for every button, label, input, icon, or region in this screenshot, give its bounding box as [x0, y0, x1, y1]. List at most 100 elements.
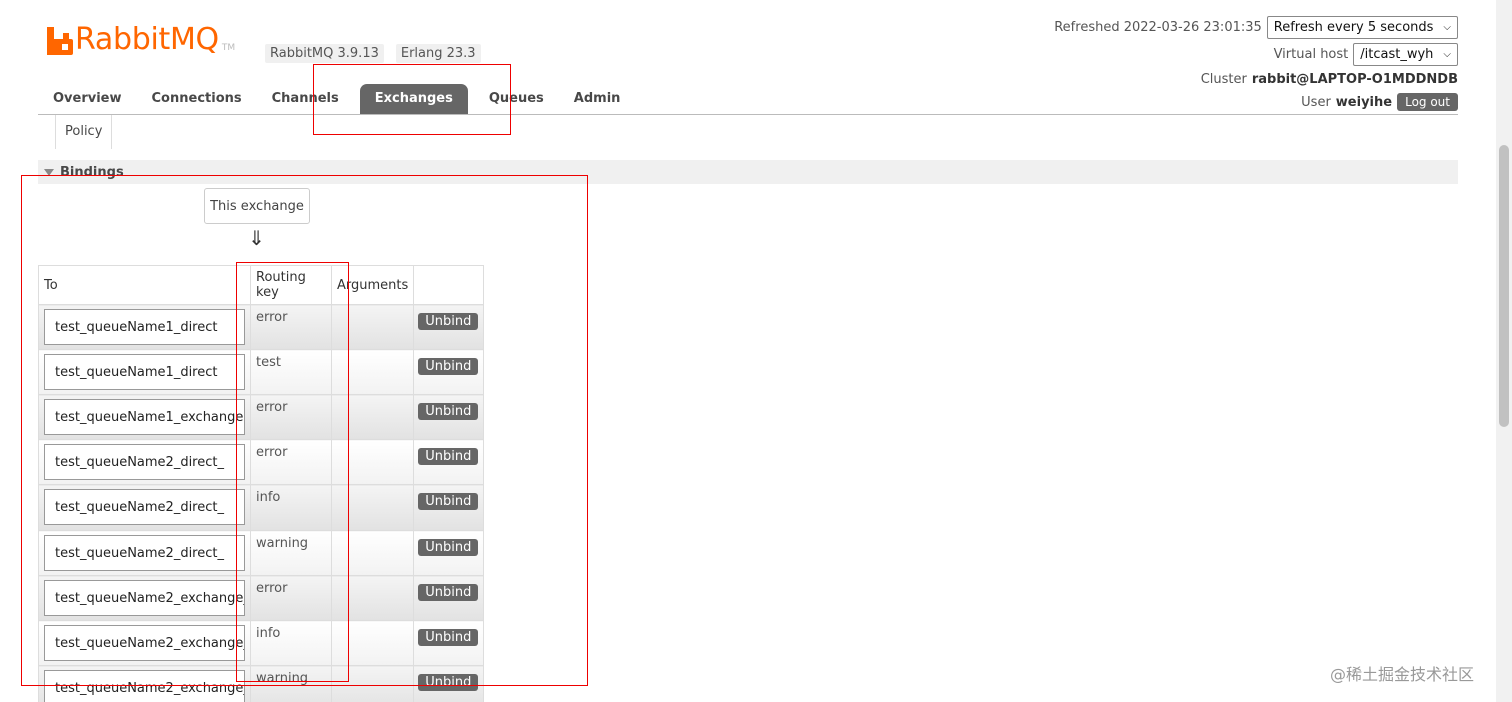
arguments-cell [330, 665, 415, 702]
unbind-button[interactable]: Unbind [418, 629, 479, 646]
tab-admin[interactable]: Admin [559, 84, 636, 114]
rabbit-logo-icon [47, 27, 73, 55]
chevron-down-icon: ⌵ [1443, 22, 1451, 33]
scrollbar-thumb[interactable] [1499, 145, 1509, 427]
actions-cell: Unbind [413, 349, 485, 395]
arguments-cell [330, 530, 415, 576]
queue-link[interactable]: test_queueName2_direct_ [44, 444, 245, 480]
queue-link[interactable]: test_queueName2_exchange_ [44, 580, 245, 616]
to-cell: test_queueName2_direct_ [38, 439, 251, 485]
arguments-cell [330, 394, 415, 440]
routing-key-cell: error [250, 439, 332, 485]
main-nav: Overview Connections Channels Exchanges … [38, 84, 1458, 115]
tab-exchanges[interactable]: Exchanges [359, 84, 468, 114]
tab-queues[interactable]: Queues [474, 84, 559, 114]
table-row: test_queueName1_exchange error Unbind [38, 394, 485, 440]
rabbitmq-logo[interactable]: RabbitMQ TM [47, 25, 235, 55]
subnav-policy[interactable]: Policy [55, 115, 113, 149]
table-row: test_queueName2_direct_ info Unbind [38, 484, 485, 531]
down-arrow-icon: ⇓ [248, 226, 265, 250]
queue-link[interactable]: test_queueName2_exchange_ [44, 625, 245, 661]
version-info: RabbitMQ 3.9.13 Erlang 23.3 [265, 44, 481, 63]
bindings-title: Bindings [60, 165, 124, 180]
queue-link[interactable]: test_queueName1_exchange [44, 399, 245, 435]
routing-key-cell: error [250, 304, 332, 350]
unbind-button[interactable]: Unbind [418, 539, 479, 556]
routing-key-cell: error [250, 575, 332, 621]
watermark: @稀土掘金技术社区 [1330, 665, 1475, 684]
chevron-down-icon: ⌵ [1443, 49, 1451, 60]
unbind-button[interactable]: Unbind [418, 674, 479, 691]
arguments-cell [330, 439, 415, 485]
refresh-interval-value: Refresh every 5 seconds [1273, 20, 1434, 35]
to-cell: test_queueName2_direct_ [38, 530, 251, 576]
to-cell: test_queueName1_direct [38, 304, 251, 350]
to-cell: test_queueName2_exchange_ [38, 620, 251, 666]
arguments-cell [330, 620, 415, 666]
to-cell: test_queueName2_direct_ [38, 484, 251, 531]
table-row: test_queueName2_exchange_ info Unbind [38, 620, 485, 666]
unbind-button[interactable]: Unbind [418, 403, 479, 420]
unbind-button[interactable]: Unbind [418, 448, 479, 465]
queue-link[interactable]: test_queueName2_direct_ [44, 489, 245, 525]
actions-cell: Unbind [413, 304, 485, 350]
tab-channels[interactable]: Channels [257, 84, 354, 114]
actions-cell: Unbind [413, 394, 485, 440]
tab-connections[interactable]: Connections [137, 84, 257, 114]
unbind-button[interactable]: Unbind [418, 358, 479, 375]
routing-key-cell: warning [250, 530, 332, 576]
tab-overview[interactable]: Overview [38, 84, 137, 114]
vhost-select[interactable]: /itcast_wyh ⌵ [1353, 43, 1458, 66]
to-cell: test_queueName1_direct [38, 349, 251, 395]
routing-key-cell: error [250, 394, 332, 440]
bindings-section-header[interactable]: Bindings [38, 160, 1458, 184]
to-cell: test_queueName1_exchange [38, 394, 251, 440]
table-header-row: To Routing key Arguments [38, 265, 485, 305]
vhost-label: Virtual host [1273, 47, 1349, 62]
arguments-cell [330, 304, 415, 350]
table-row: test_queueName2_exchange_ warning Unbind [38, 665, 485, 702]
vertical-scrollbar[interactable] [1496, 0, 1512, 702]
actions-cell: Unbind [413, 665, 485, 702]
arguments-cell [330, 484, 415, 531]
to-cell: test_queueName2_exchange_ [38, 665, 251, 702]
table-row: test_queueName2_direct_ error Unbind [38, 439, 485, 485]
refreshed-timestamp: Refreshed 2022-03-26 23:01:35 [1054, 20, 1262, 35]
unbind-button[interactable]: Unbind [418, 584, 479, 601]
vhost-value: /itcast_wyh [1360, 47, 1434, 62]
logo-text: RabbitMQ [75, 22, 219, 57]
queue-link[interactable]: test_queueName2_exchange_ [44, 670, 245, 702]
routing-key-cell: info [250, 620, 332, 666]
queue-link[interactable]: test_queueName1_direct [44, 309, 245, 345]
to-cell: test_queueName2_exchange_ [38, 575, 251, 621]
column-actions [413, 265, 485, 305]
actions-cell: Unbind [413, 530, 485, 576]
actions-cell: Unbind [413, 575, 485, 621]
refresh-interval-select[interactable]: Refresh every 5 seconds ⌵ [1266, 16, 1458, 39]
table-row: test_queueName2_direct_ warning Unbind [38, 530, 485, 576]
rabbitmq-version: RabbitMQ 3.9.13 [265, 44, 384, 63]
routing-key-cell: warning [250, 665, 332, 702]
actions-cell: Unbind [413, 620, 485, 666]
column-to: To [38, 265, 251, 305]
queue-link[interactable]: test_queueName1_direct [44, 354, 245, 390]
arguments-cell [330, 349, 415, 395]
queue-link[interactable]: test_queueName2_direct_ [44, 535, 245, 571]
erlang-version: Erlang 23.3 [395, 44, 481, 63]
actions-cell: Unbind [413, 439, 485, 485]
unbind-button[interactable]: Unbind [418, 493, 479, 510]
collapse-triangle-icon [44, 169, 54, 176]
routing-key-cell: test [250, 349, 332, 395]
actions-cell: Unbind [413, 484, 485, 531]
table-row: test_queueName1_direct test Unbind [38, 349, 485, 395]
table-row: test_queueName1_direct error Unbind [38, 304, 485, 350]
table-row: test_queueName2_exchange_ error Unbind [38, 575, 485, 621]
arguments-cell [330, 575, 415, 621]
logo-trademark: TM [221, 43, 236, 53]
routing-key-cell: info [250, 484, 332, 531]
this-exchange-box: This exchange [204, 188, 310, 224]
column-arguments: Arguments [330, 265, 415, 305]
unbind-button[interactable]: Unbind [418, 313, 479, 330]
bindings-table: To Routing key Arguments test_queueName1… [38, 265, 485, 702]
column-routing-key: Routing key [250, 265, 332, 305]
